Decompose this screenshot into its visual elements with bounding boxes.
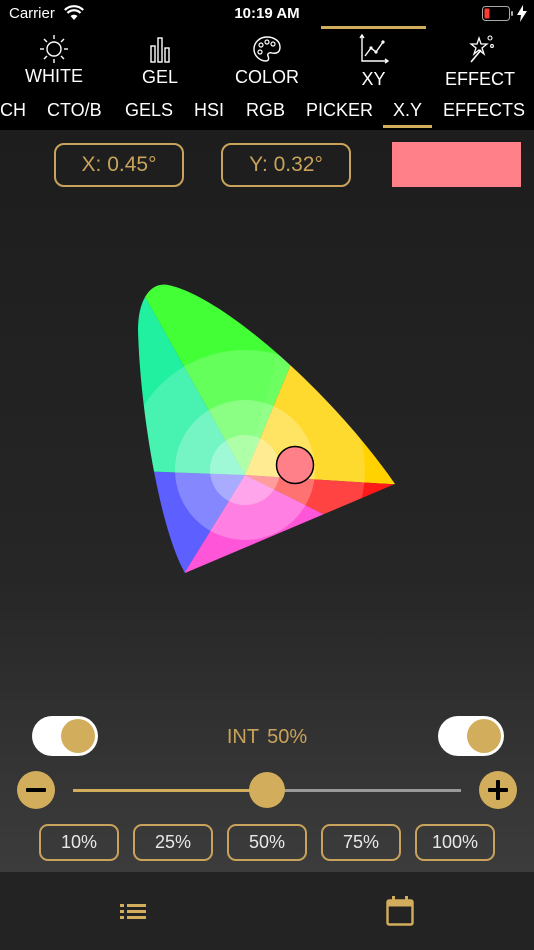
increase-intensity-button[interactable] [479, 771, 517, 809]
xy-panel: X: 0.45° Y: 0.32° INT 50% 10% 25% 50% 75%… [0, 130, 534, 872]
xy-graph-icon [358, 34, 389, 64]
xy-picker-handle [275, 445, 315, 485]
subtab-effects[interactable]: EFFECTS [443, 100, 525, 121]
list-icon[interactable] [120, 901, 146, 921]
slider-track-filled [73, 789, 267, 792]
tab-xy-label: XY [361, 69, 386, 89]
charging-bolt-icon [517, 5, 527, 22]
preset-75-button[interactable]: 75% [321, 824, 401, 861]
y-coordinate-value: Y: 0.32° [249, 153, 323, 176]
subtab-ch[interactable]: CH [0, 100, 26, 121]
subtab-rgb[interactable]: RGB [246, 100, 285, 121]
decrease-intensity-button[interactable] [17, 771, 55, 809]
palette-icon [253, 36, 281, 62]
bars-icon [150, 37, 170, 63]
tab-effect-label: EFFECT [445, 69, 515, 89]
minus-icon [26, 788, 46, 792]
right-toggle-knob [467, 719, 501, 753]
tab-white[interactable]: WHITE [8, 30, 100, 94]
tab-color-label: COLOR [234, 67, 299, 87]
subtab-hsi[interactable]: HSI [194, 100, 224, 121]
tab-gel[interactable]: GEL [117, 30, 203, 94]
plus-icon [488, 780, 508, 800]
y-coordinate-box[interactable]: Y: 0.32° [221, 143, 351, 187]
color-preview-swatch [392, 142, 521, 187]
sun-icon [40, 35, 68, 63]
battery-icon [482, 6, 513, 21]
bottom-toolbar [0, 872, 534, 950]
preset-10-button[interactable]: 10% [39, 824, 119, 861]
subtab-picker[interactable]: PICKER [306, 100, 373, 121]
x-coordinate-value: X: 0.45° [81, 153, 157, 176]
status-bar: Carrier 10:19 AM [0, 0, 534, 30]
main-tab-bar: WHITE GEL COLOR XY EFFECT [0, 26, 534, 94]
magic-wand-icon [469, 35, 494, 63]
active-tab-indicator [321, 26, 426, 29]
tab-white-label: WHITE [25, 66, 83, 86]
subtab-gels[interactable]: GELS [125, 100, 173, 121]
intensity-slider-thumb[interactable] [249, 772, 285, 808]
preset-100-button[interactable]: 100% [415, 824, 495, 861]
subtab-xy[interactable]: X.Y [382, 100, 433, 128]
sub-tab-bar: CH CTO/B GELS HSI RGB PICKER X.Y EFFECTS [0, 94, 534, 130]
status-time: 10:19 AM [234, 5, 300, 22]
preset-50-button[interactable]: 50% [227, 824, 307, 861]
intensity-caption: INT [226, 726, 260, 748]
preset-25-button[interactable]: 25% [133, 824, 213, 861]
cie-chromaticity-diagram[interactable] [0, 130, 534, 730]
slider-track-empty [267, 789, 461, 792]
right-toggle[interactable] [438, 716, 504, 756]
tab-effect[interactable]: EFFECT [436, 30, 524, 94]
calendar-icon[interactable] [386, 896, 414, 926]
tab-color[interactable]: COLOR [222, 30, 312, 94]
x-coordinate-box[interactable]: X: 0.45° [54, 143, 184, 187]
tab-gel-label: GEL [141, 67, 179, 87]
intensity-value: 50% [267, 726, 308, 748]
subtab-cto-b[interactable]: CTO/B [47, 100, 102, 121]
tab-xy[interactable]: XY [321, 26, 426, 94]
